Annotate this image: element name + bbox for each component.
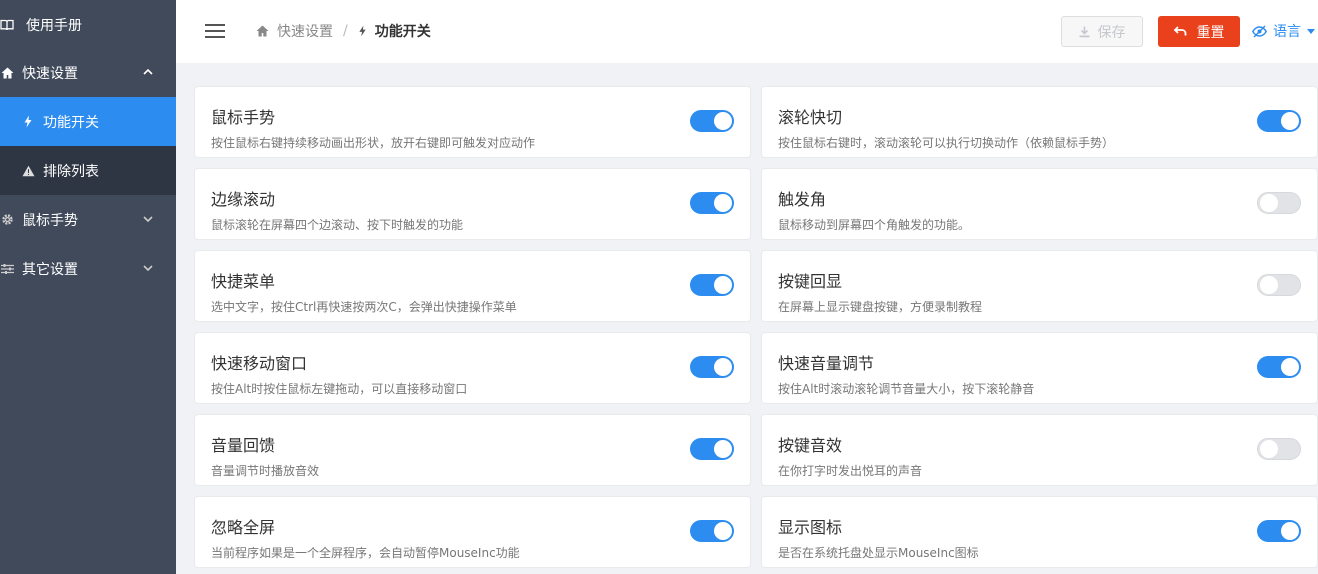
feature-description: 按住Alt时按住鼠标左键拖动，可以直接移动窗口 — [211, 382, 468, 396]
feature-title: 鼠标手势 — [211, 108, 276, 127]
feature-description: 在你打字时发出悦耳的声音 — [778, 464, 923, 478]
download-icon — [1079, 26, 1090, 38]
sidebar-item-manual[interactable]: 使用手册 — [0, 0, 176, 49]
feature-description: 选中文字，按住Ctrl再快速按两次C，会弹出快捷操作菜单 — [211, 300, 517, 314]
feature-toggle[interactable] — [690, 356, 734, 378]
sidebar-item-label: 其它设置 — [22, 261, 78, 278]
feature-toggle[interactable] — [690, 110, 734, 132]
chevron-up-icon — [142, 66, 154, 78]
sidebar-item-label: 功能开关 — [43, 114, 99, 131]
feature-title: 边缘滚动 — [211, 190, 276, 209]
feature-toggle[interactable] — [1257, 192, 1301, 214]
feature-description: 鼠标移动到屏幕四个角触发的功能。 — [778, 218, 971, 232]
warning-icon — [21, 164, 35, 178]
sidebar-item-label: 使用手册 — [26, 17, 82, 34]
bolt-icon — [358, 25, 367, 37]
chevron-down-icon — [142, 213, 154, 225]
home-icon — [0, 66, 14, 80]
feature-description: 在屏幕上显示键盘按键，方便录制教程 — [778, 300, 983, 314]
sidebar-item-quick-settings[interactable]: 快速设置 — [0, 48, 176, 97]
breadcrumb-home[interactable]: 快速设置 — [277, 21, 333, 41]
sidebar-item-label: 快速设置 — [22, 65, 78, 82]
sidebar-item-mouse-gesture[interactable]: 鼠标手势 — [0, 195, 176, 244]
feature-toggle[interactable] — [690, 520, 734, 542]
save-button[interactable]: 保存 — [1061, 16, 1143, 47]
sidebar-item-feature-switch[interactable]: 功能开关 — [0, 97, 176, 146]
feature-description: 按住鼠标右键持续移动画出形状，放开右键即可触发对应动作 — [211, 136, 536, 150]
feature-title: 按键回显 — [778, 272, 843, 291]
feature-description: 按住鼠标右键时，滚动滚轮可以执行切换动作（依赖鼠标手势） — [778, 136, 1115, 150]
undo-icon — [1173, 26, 1187, 37]
feature-card: 忽略全屏 当前程序如果是一个全屏程序，会自动暂停MouseInc功能 — [194, 496, 751, 568]
feature-title: 快速移动窗口 — [211, 354, 308, 373]
sidebar-item-label: 排除列表 — [43, 163, 99, 180]
feature-card: 按键音效 在你打字时发出悦耳的声音 — [761, 414, 1318, 486]
sidebar: 使用手册 快速设置 功能开关 排除列表 鼠标手势 其它设置 — [0, 0, 176, 574]
language-dropdown[interactable]: 语言 — [1252, 21, 1315, 41]
feature-card: 快速移动窗口 按住Alt时按住鼠标左键拖动，可以直接移动窗口 — [194, 332, 751, 404]
home-icon — [256, 25, 269, 37]
feature-description: 音量调节时播放音效 — [211, 464, 320, 478]
feature-title: 滚轮快切 — [778, 108, 843, 127]
feature-title: 快捷菜单 — [211, 272, 276, 291]
feature-card: 音量回馈 音量调节时播放音效 — [194, 414, 751, 486]
feature-card: 快捷菜单 选中文字，按住Ctrl再快速按两次C，会弹出快捷操作菜单 — [194, 250, 751, 322]
feature-title: 按键音效 — [778, 436, 843, 455]
feature-description: 按住Alt时滚动滚轮调节音量大小，按下滚轮静音 — [778, 382, 1035, 396]
feature-title: 忽略全屏 — [211, 518, 276, 537]
feature-toggle[interactable] — [1257, 274, 1301, 296]
chevron-down-icon — [142, 262, 154, 274]
feature-title: 显示图标 — [778, 518, 843, 537]
feature-toggle[interactable] — [690, 274, 734, 296]
menu-toggle-icon[interactable] — [205, 22, 227, 40]
feature-description: 鼠标滚轮在屏幕四个边滚动、按下时触发的功能 — [211, 218, 464, 232]
sliders-icon — [0, 262, 14, 276]
feature-card: 滚轮快切 按住鼠标右键时，滚动滚轮可以执行切换动作（依赖鼠标手势） — [761, 86, 1318, 158]
feature-toggle[interactable] — [1257, 110, 1301, 132]
sidebar-item-label: 鼠标手势 — [22, 212, 78, 229]
breadcrumb-current: 功能开关 — [374, 24, 431, 40]
breadcrumb: 快速设置 / 功能开关 — [256, 22, 431, 40]
feature-card: 按键回显 在屏幕上显示键盘按键，方便录制教程 — [761, 250, 1318, 322]
feature-title: 音量回馈 — [211, 436, 276, 455]
sidebar-item-other-settings[interactable]: 其它设置 — [0, 244, 176, 293]
feature-description: 当前程序如果是一个全屏程序，会自动暂停MouseInc功能 — [211, 546, 520, 560]
feature-title: 快速音量调节 — [778, 354, 875, 373]
feature-title: 触发角 — [778, 190, 827, 209]
header: 快速设置 / 功能开关 保存 重置 语言 — [176, 0, 1318, 63]
reset-button[interactable]: 重置 — [1158, 16, 1240, 47]
feature-toggle[interactable] — [1257, 438, 1301, 460]
feature-card: 鼠标手势 按住鼠标右键持续移动画出形状，放开右键即可触发对应动作 — [194, 86, 751, 158]
gear-icon — [0, 213, 14, 227]
feature-card: 显示图标 是否在系统托盘处显示MouseInc图标 — [761, 496, 1318, 568]
reset-button-label: 重置 — [1196, 24, 1225, 41]
feature-card: 快速音量调节 按住Alt时滚动滚轮调节音量大小，按下滚轮静音 — [761, 332, 1318, 404]
eye-slash-icon — [1252, 25, 1267, 38]
feature-toggle[interactable] — [690, 192, 734, 214]
sidebar-item-exclude-list[interactable]: 排除列表 — [0, 146, 176, 195]
feature-card: 触发角 鼠标移动到屏幕四个角触发的功能。 — [761, 168, 1318, 240]
feature-toggle[interactable] — [1257, 356, 1301, 378]
caret-down-icon — [1307, 28, 1315, 34]
feature-toggle[interactable] — [1257, 520, 1301, 542]
book-icon — [0, 18, 14, 32]
feature-description: 是否在系统托盘处显示MouseInc图标 — [778, 546, 979, 560]
bolt-icon — [21, 115, 35, 129]
feature-card: 边缘滚动 鼠标滚轮在屏幕四个边滚动、按下时触发的功能 — [194, 168, 751, 240]
feature-toggle[interactable] — [690, 438, 734, 460]
breadcrumb-separator: / — [343, 23, 348, 39]
language-label: 语言 — [1273, 24, 1301, 40]
save-button-label: 保存 — [1097, 24, 1126, 41]
